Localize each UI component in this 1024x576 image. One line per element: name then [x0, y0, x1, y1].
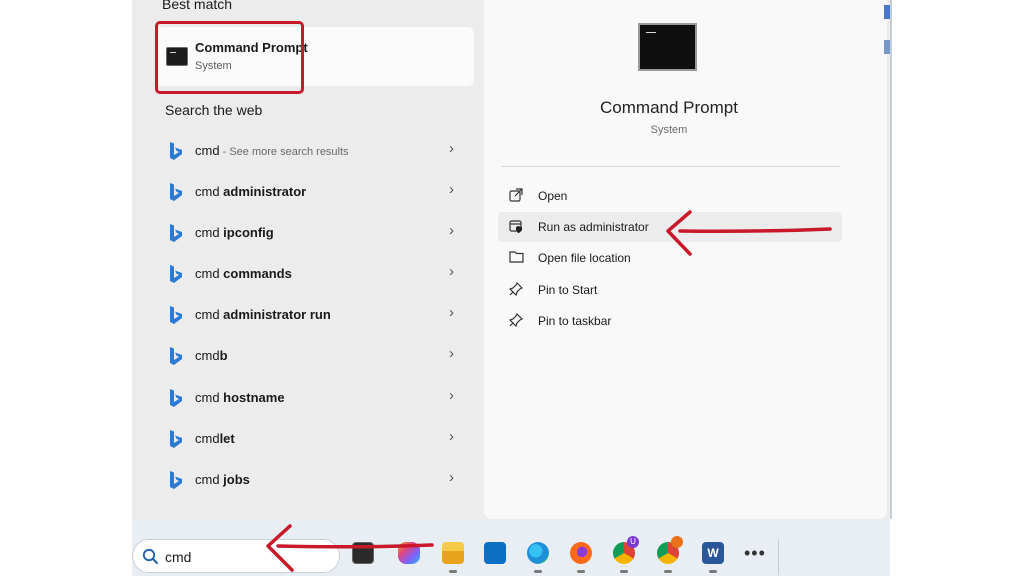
arrow-head-search-box — [266, 524, 294, 572]
arrow-search-box — [276, 543, 434, 549]
annotation-arrows — [266, 210, 832, 572]
arrow-run-as-admin — [678, 227, 832, 233]
arrow-head-run-as-admin — [666, 210, 692, 256]
